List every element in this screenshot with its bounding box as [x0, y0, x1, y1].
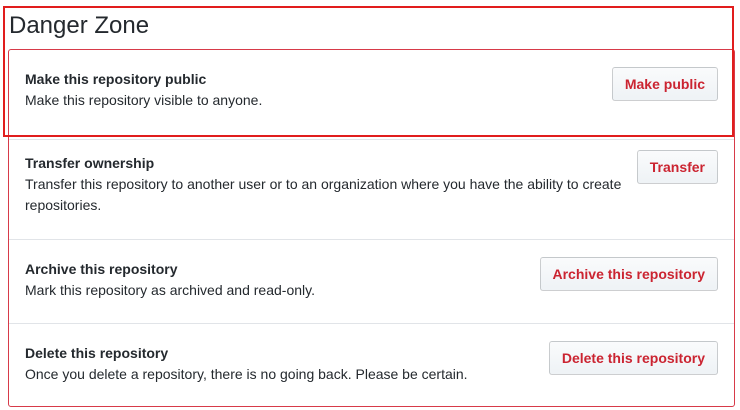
transfer-button[interactable]: Transfer	[636, 150, 718, 184]
danger-zone-heading: Danger Zone	[9, 12, 150, 39]
delete-repository-button[interactable]: Delete this repository	[548, 341, 718, 375]
danger-zone-box: Make this repository public Make this re…	[8, 49, 735, 407]
delete-repository-title: Delete this repository	[25, 345, 169, 361]
archive-repository-title: Archive this repository	[25, 261, 178, 277]
archive-repository-row: Archive this repository Mark this reposi…	[9, 240, 734, 324]
archive-repository-description: Mark this repository as archived and rea…	[25, 282, 315, 298]
transfer-ownership-title: Transfer ownership	[25, 155, 155, 171]
delete-repository-row: Delete this repository Once you delete a…	[9, 324, 734, 408]
make-public-button[interactable]: Make public	[611, 67, 718, 101]
delete-repository-description: Once you delete a repository, there is n…	[25, 366, 468, 382]
make-public-row: Make this repository public Make this re…	[9, 50, 734, 140]
transfer-ownership-description: Transfer this repository to another user…	[25, 176, 622, 213]
make-public-title: Make this repository public	[25, 71, 207, 87]
archive-repository-button[interactable]: Archive this repository	[539, 257, 718, 291]
transfer-ownership-row: Transfer ownership Transfer this reposit…	[9, 140, 734, 240]
make-public-description: Make this repository visible to anyone.	[25, 92, 263, 108]
